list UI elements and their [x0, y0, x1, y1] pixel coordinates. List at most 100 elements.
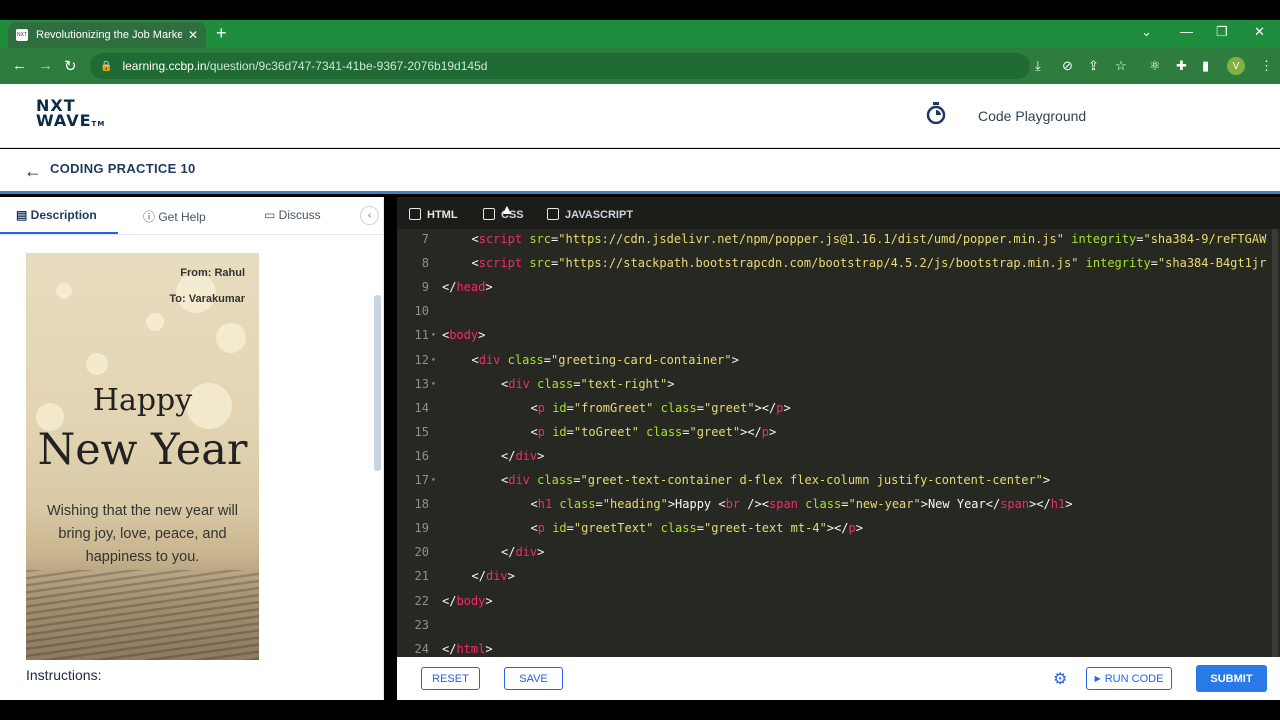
- new-tab-icon[interactable]: +: [216, 24, 227, 42]
- code-line[interactable]: 17 ▾ <div class="greet-text-container d-fl…: [397, 468, 1280, 492]
- screen: NXT Revolutionizing the Job Market | ✕ +…: [0, 0, 1280, 720]
- extensions-puzzle-icon[interactable]: ✚: [1176, 58, 1187, 74]
- nxtwave-logo[interactable]: NXT WAVETM: [36, 98, 105, 132]
- line-number: 23: [414, 617, 429, 632]
- save-button[interactable]: SAVE: [504, 667, 563, 690]
- tab-html-label: HTML: [427, 209, 458, 221]
- run-code-button[interactable]: ▶ RUN CODE: [1086, 667, 1172, 690]
- code-line[interactable]: 24 </html>: [397, 637, 1280, 657]
- code-line[interactable]: 14 <p id="fromGreet" class="greet"></p>: [397, 396, 1280, 420]
- panel-tabs: ▤ Description ⓘ Get Help ▭ Discuss ‹: [0, 197, 384, 235]
- code-text: <script src="https://stackpath.bootstrap…: [471, 256, 1267, 271]
- fold-arrow-icon[interactable]: ▾: [431, 468, 436, 492]
- close-window-icon[interactable]: ✕: [1254, 24, 1265, 40]
- tab-search-icon[interactable]: ⌄: [1141, 24, 1152, 40]
- editor-action-bar: RESET SAVE ⚙ ▶ RUN CODE SUBMIT: [397, 657, 1280, 700]
- minimize-icon[interactable]: —: [1180, 24, 1193, 39]
- share-icon[interactable]: ⇪: [1088, 58, 1099, 74]
- code-line[interactable]: 22 </body>: [397, 589, 1280, 613]
- code-text: <div class="text-right">: [501, 376, 675, 391]
- line-number: 11: [414, 328, 429, 343]
- card-greet-text: Wishing that the new year will bring joy…: [47, 503, 238, 565]
- code-text: <p id="fromGreet" class="greet"></p>: [530, 400, 791, 415]
- tab-discuss[interactable]: ▭ Discuss: [264, 208, 321, 222]
- code-text: <p id="toGreet" class="greet"></p>: [530, 424, 777, 439]
- react-extension-icon[interactable]: ⚛: [1149, 58, 1161, 74]
- css3-icon: [483, 208, 495, 220]
- code-line[interactable]: 20 </div>: [397, 540, 1280, 564]
- code-text: <div class="greeting-card-container">: [471, 352, 739, 367]
- code-text: </div>: [501, 545, 545, 560]
- panel-scrollbar[interactable]: [374, 295, 381, 471]
- code-line[interactable]: 23: [397, 613, 1280, 637]
- browser-tab[interactable]: NXT Revolutionizing the Job Market | ✕: [8, 22, 206, 48]
- code-line[interactable]: 7 <script src="https://cdn.jsdelivr.net/n…: [397, 227, 1280, 251]
- reload-icon[interactable]: ↻: [64, 57, 77, 75]
- browser-toolbar: ← → ↻ 🔒 learning.ccbp.in/question/9c36d7…: [0, 48, 1280, 84]
- tab-description[interactable]: ▤ Description: [16, 208, 97, 222]
- mouse-pointer-icon: ▲: [500, 201, 514, 217]
- submit-button[interactable]: SUBMIT: [1196, 665, 1267, 692]
- bookmark-star-icon[interactable]: ☆: [1115, 58, 1127, 74]
- code-line[interactable]: 19 <p id="greetText" class="greet-text mt…: [397, 516, 1280, 540]
- code-line[interactable]: 21 </div>: [397, 564, 1280, 588]
- back-arrow-icon[interactable]: ←: [24, 161, 42, 182]
- code-text: <body>: [442, 328, 486, 343]
- stopwatch-icon[interactable]: [926, 102, 946, 124]
- site-favicon-icon: NXT: [16, 29, 28, 41]
- card-heading-new-year: New Year: [37, 425, 248, 475]
- wood-texture: [26, 570, 259, 660]
- line-number: 18: [414, 497, 429, 512]
- code-line[interactable]: 15 <p id="toGreet" class="greet"></p>: [397, 420, 1280, 444]
- collapse-panel-button[interactable]: ‹: [360, 206, 379, 225]
- close-tab-icon[interactable]: ✕: [188, 28, 198, 42]
- code-editor[interactable]: HTML CSS JAVASCRIPT 7 <script src="https:…: [397, 197, 1280, 657]
- code-line[interactable]: 12 ▾ <div class="greeting-card-container">: [397, 348, 1280, 372]
- code-line[interactable]: 9 </head>: [397, 275, 1280, 299]
- browser-menu-icon[interactable]: ⋮: [1260, 58, 1273, 74]
- install-icon[interactable]: ⤓: [1035, 58, 1041, 74]
- reset-button[interactable]: RESET: [421, 667, 480, 690]
- tab-description-label: Description: [30, 208, 97, 222]
- restore-icon[interactable]: ❐: [1216, 24, 1228, 40]
- card-to: To: Varakumar: [169, 293, 245, 305]
- code-line[interactable]: 8 <script src="https://stackpath.bootstra…: [397, 251, 1280, 275]
- html5-icon: [409, 208, 421, 220]
- js-icon: [547, 208, 559, 220]
- line-number: 8: [421, 256, 429, 271]
- tab-get-help-label: Get Help: [158, 210, 206, 224]
- tab-javascript[interactable]: JAVASCRIPT: [547, 208, 633, 221]
- description-panel: ▤ Description ⓘ Get Help ▭ Discuss ‹ Fro…: [0, 197, 384, 700]
- lock-icon: 🔒: [100, 60, 113, 72]
- editor-scrollbar[interactable]: [1272, 229, 1278, 657]
- forward-icon[interactable]: →: [38, 57, 53, 74]
- back-icon[interactable]: ←: [12, 57, 27, 74]
- line-number: 13: [414, 376, 429, 391]
- line-number: 10: [414, 304, 429, 319]
- code-line[interactable]: 10: [397, 299, 1280, 323]
- settings-gear-icon[interactable]: ⚙: [1053, 669, 1067, 689]
- side-panel-icon[interactable]: ▮: [1202, 58, 1209, 74]
- line-number: 12: [414, 352, 429, 367]
- practice-title: CODING PRACTICE 10: [50, 161, 196, 176]
- fold-arrow-icon[interactable]: ▾: [431, 372, 436, 396]
- code-text: </html>: [442, 641, 493, 656]
- code-line[interactable]: 16 </div>: [397, 444, 1280, 468]
- line-number: 21: [414, 569, 429, 584]
- code-line[interactable]: 18 <h1 class="heading">Happy <br /><span …: [397, 492, 1280, 516]
- code-text: </div>: [501, 448, 545, 463]
- profile-avatar[interactable]: V: [1227, 57, 1245, 75]
- code-playground-link[interactable]: Code Playground: [978, 108, 1086, 124]
- tracking-icon[interactable]: ⊘: [1062, 58, 1073, 74]
- code-line[interactable]: 11 ▾ <body>: [397, 323, 1280, 347]
- help-icon: ⓘ: [143, 210, 159, 224]
- fold-arrow-icon[interactable]: ▾: [431, 323, 436, 347]
- code-line[interactable]: 13 ▾ <div class="text-right">: [397, 372, 1280, 396]
- fold-arrow-icon[interactable]: ▾: [431, 348, 436, 372]
- tab-html[interactable]: HTML: [409, 208, 458, 221]
- address-bar[interactable]: 🔒 learning.ccbp.in/question/9c36d747-734…: [90, 53, 1030, 79]
- line-number: 19: [414, 521, 429, 536]
- tab-get-help[interactable]: ⓘ Get Help: [143, 208, 206, 225]
- logo-line-2: WAVE: [36, 111, 92, 130]
- chat-icon: ▭: [264, 208, 279, 222]
